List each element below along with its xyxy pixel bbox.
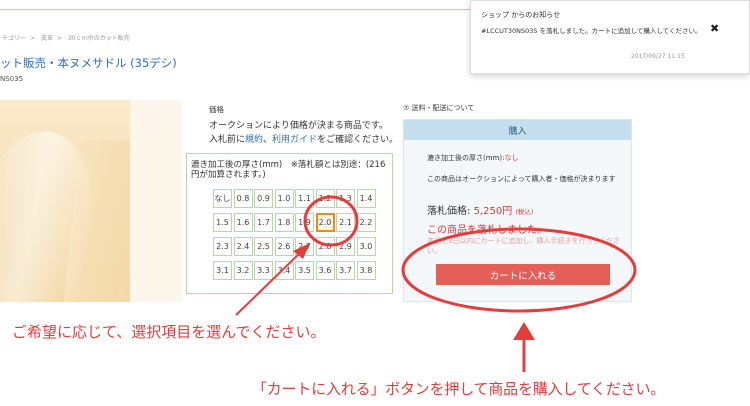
highlight-circle-cart <box>401 227 637 313</box>
annotation-overlay <box>235 195 637 372</box>
arrow-to-option <box>235 251 302 316</box>
instruction-add-to-cart: 「カートに入れる」ボタンを押して商品を購入してください。 <box>252 380 666 398</box>
instruction-select-option: ご希望に応じて、選択項目を選んでください。 <box>12 323 326 341</box>
highlight-circle-option <box>303 195 359 247</box>
arrowhead-icon <box>513 322 535 340</box>
